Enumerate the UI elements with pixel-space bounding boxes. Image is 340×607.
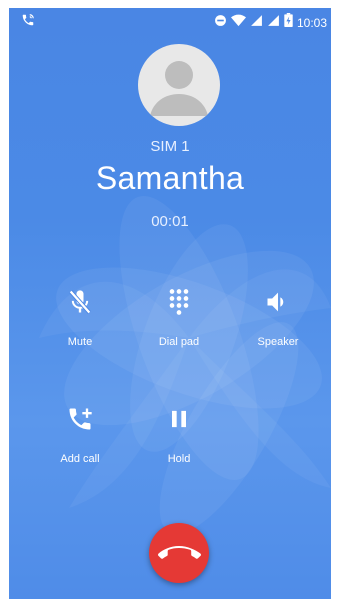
contact-avatar [138, 44, 220, 126]
speaker-icon [267, 292, 284, 312]
add-call-label: Add call [60, 453, 100, 465]
ongoing-call-icon [21, 13, 35, 32]
dialpad-label: Dial pad [158, 336, 200, 348]
hold-label: Hold [167, 453, 191, 465]
add-call-button[interactable]: Add call [40, 395, 120, 475]
speaker-button[interactable]: Speaker [238, 278, 318, 358]
signal-icon [267, 14, 280, 32]
mute-label: Mute [67, 336, 93, 348]
signal-icon [250, 14, 263, 32]
dialpad-icon [169, 289, 189, 315]
status-bar: 10:03 [9, 8, 331, 34]
add-call-icon [69, 408, 92, 430]
status-time: 10:03 [296, 15, 327, 30]
end-call-button[interactable] [149, 523, 209, 583]
hold-button[interactable]: Hold [139, 395, 219, 475]
person-icon [150, 61, 208, 116]
mic-off-icon [69, 290, 91, 314]
call-end-icon [158, 546, 201, 559]
battery-charging-icon [284, 13, 293, 32]
dialpad-button[interactable]: Dial pad [139, 278, 219, 358]
sim-label: SIM 1 [150, 138, 190, 155]
do-not-disturb-icon [214, 14, 227, 32]
wifi-icon [230, 14, 246, 32]
call-duration: 00:01 [151, 213, 189, 230]
mute-button[interactable]: Mute [40, 278, 120, 358]
pause-icon [172, 410, 186, 428]
in-call-screen: 10:03 SIM 1 Samantha 00:01 Mute Dial pad [9, 8, 331, 599]
contact-name: Samantha [95, 160, 245, 196]
speaker-label: Speaker [257, 336, 299, 348]
